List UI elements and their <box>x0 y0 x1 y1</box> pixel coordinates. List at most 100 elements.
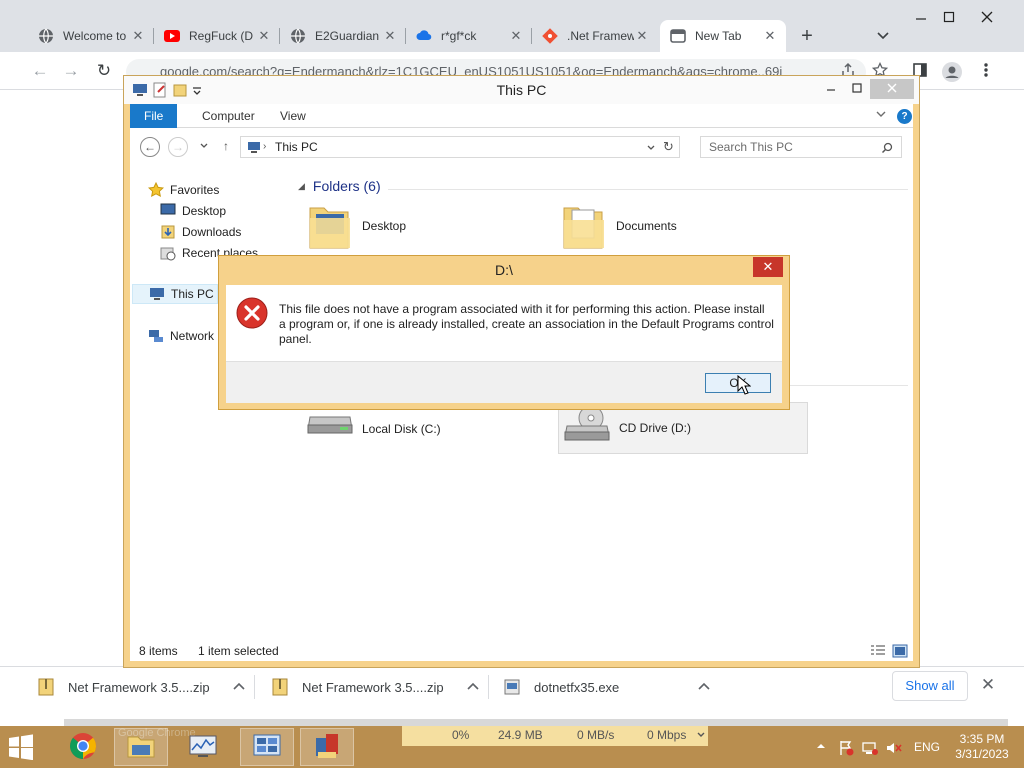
taskbar-installer-button[interactable] <box>300 728 354 766</box>
file-explorer-icon <box>126 733 156 762</box>
desktop-icon <box>160 203 176 219</box>
close-tab-icon[interactable]: ✕ <box>762 28 778 44</box>
dialog-close-button[interactable]: ✕ <box>753 257 783 277</box>
taskbar-explorer-button[interactable] <box>114 728 168 766</box>
tab-new-tab[interactable]: New Tab ✕ <box>660 20 786 52</box>
tab-search-chevron-icon[interactable] <box>876 28 894 46</box>
profile-avatar-icon[interactable] <box>942 62 962 82</box>
tab-label: RegFuck (D <box>189 29 254 43</box>
back-button[interactable]: ← <box>30 61 50 81</box>
tab-e2guardian[interactable]: E2Guardian ✕ <box>280 20 406 52</box>
dialog-footer: OK <box>226 361 782 403</box>
dialog-title: D:\ <box>495 262 513 278</box>
address-dropdown-icon[interactable] <box>646 138 656 158</box>
back-arrow-icon[interactable]: ← <box>140 137 160 157</box>
meter-chevron-icon[interactable] <box>696 729 706 743</box>
collapse-triangle-icon: ◢ <box>298 180 305 191</box>
close-tab-icon[interactable]: ✕ <box>634 28 650 44</box>
reload-button[interactable]: ↻ <box>94 61 114 81</box>
nav-downloads[interactable]: Downloads <box>160 222 241 242</box>
download-item[interactable]: Net Framework 3.5....zip <box>38 671 246 703</box>
tab-regfuck[interactable]: RegFuck (D ✕ <box>154 20 280 52</box>
drive-tile[interactable]: Local Disk (C:) <box>306 406 536 452</box>
large-icons-view-icon[interactable] <box>892 644 908 658</box>
address-text: This PC <box>275 140 318 154</box>
taskbar-control-panel-button[interactable] <box>240 728 294 766</box>
taskbar-resource-monitor-button[interactable] <box>176 728 230 766</box>
nav-this-pc[interactable]: This PC <box>132 284 218 304</box>
show-all-button[interactable]: Show all <box>892 671 968 701</box>
close-tab-icon[interactable]: ✕ <box>508 28 524 44</box>
clock-time: 3:35 PM <box>959 732 1005 746</box>
chevron-up-icon[interactable] <box>232 680 246 694</box>
network-status-icon[interactable] <box>862 740 878 755</box>
system-clock[interactable]: 3:35 PM 3/31/2023 <box>952 732 1012 762</box>
tab-view[interactable]: View <box>266 104 320 128</box>
expand-ribbon-icon[interactable] <box>875 108 887 123</box>
show-hidden-icons-icon[interactable] <box>816 740 832 754</box>
folder-tile[interactable]: Documents <box>562 202 677 250</box>
explorer-minimize-button[interactable] <box>818 79 844 99</box>
input-language[interactable]: ENG <box>914 740 940 754</box>
status-bar: 8 items 1 item selected <box>130 641 913 661</box>
tab-label: r*gf*ck <box>441 29 477 43</box>
close-tab-icon[interactable]: ✕ <box>130 28 146 44</box>
tab-label: New Tab <box>695 29 742 43</box>
close-download-shelf-icon[interactable]: ✕ <box>978 675 998 695</box>
close-tab-icon[interactable]: ✕ <box>382 28 398 44</box>
action-center-flag-icon[interactable] <box>838 740 854 756</box>
net-installer-icon <box>312 732 342 763</box>
recent-locations-chevron-icon[interactable] <box>194 137 214 157</box>
folders-group-header[interactable]: ◢ Folders (6) <box>298 178 381 194</box>
download-filename: Net Framework 3.5....zip <box>68 679 210 695</box>
hard-disk-icon <box>306 405 356 453</box>
tab-net-framework[interactable]: .Net Framew ✕ <box>532 20 658 52</box>
nav-network[interactable]: Network <box>148 326 214 346</box>
close-window-button[interactable] <box>972 10 1002 32</box>
download-item[interactable]: Net Framework 3.5....zip <box>272 671 480 703</box>
help-icon[interactable]: ? <box>897 109 912 124</box>
forward-arrow-icon[interactable]: → <box>168 137 188 157</box>
tab-file[interactable]: File <box>130 104 178 128</box>
item-count: 8 items <box>139 644 178 658</box>
taskbar-chrome-button[interactable] <box>56 728 110 766</box>
minimize-button[interactable] <box>906 10 936 32</box>
explorer-maximize-button[interactable] <box>844 79 870 99</box>
chrome-menu-icon[interactable] <box>976 62 996 82</box>
dialog-message: This file does not have a program associ… <box>279 302 774 346</box>
mouse-cursor-icon <box>737 374 752 398</box>
refresh-icon[interactable]: ↻ <box>663 137 674 157</box>
tab-label: E2Guardian <box>315 29 380 43</box>
tab-rgfck[interactable]: r*gf*ck ✕ <box>406 20 532 52</box>
download-item[interactable]: dotnetfx35.exe <box>504 671 711 703</box>
search-input[interactable]: Search This PC <box>700 136 902 158</box>
breadcrumb-chevron-icon: › <box>263 141 267 152</box>
cd-drive-icon <box>563 404 613 452</box>
ribbon-tabs: File Computer View ? <box>130 104 913 128</box>
nav-favorites[interactable]: Favorites <box>147 180 219 200</box>
tab-welcome[interactable]: Welcome to ✕ <box>28 20 154 52</box>
download-filename: dotnetfx35.exe <box>534 679 620 695</box>
up-arrow-icon[interactable]: ↑ <box>216 137 236 157</box>
address-bar[interactable]: › This PC ↻ <box>240 136 680 158</box>
explorer-titlebar: This PC <box>124 76 919 104</box>
forward-button[interactable]: → <box>61 61 81 81</box>
folder-desktop-icon <box>308 202 356 250</box>
dialog-body: This file does not have a program associ… <box>226 285 782 403</box>
window-title: This PC <box>496 82 547 98</box>
close-tab-icon[interactable]: ✕ <box>256 28 272 44</box>
chevron-up-icon[interactable] <box>466 680 480 694</box>
start-button[interactable] <box>6 734 38 761</box>
tab-computer[interactable]: Computer <box>188 104 269 128</box>
chevron-up-icon[interactable] <box>697 680 711 694</box>
folder-tile[interactable]: Desktop <box>308 202 406 250</box>
search-icon[interactable] <box>881 140 893 160</box>
details-view-icon[interactable] <box>870 644 886 658</box>
nav-desktop[interactable]: Desktop <box>160 201 226 221</box>
maximize-button[interactable] <box>934 10 964 32</box>
new-tab-button[interactable]: + <box>796 26 818 48</box>
explorer-close-button[interactable] <box>870 79 914 99</box>
volume-muted-icon[interactable] <box>886 740 902 754</box>
downloads-icon <box>160 224 176 240</box>
zip-icon <box>38 678 54 696</box>
